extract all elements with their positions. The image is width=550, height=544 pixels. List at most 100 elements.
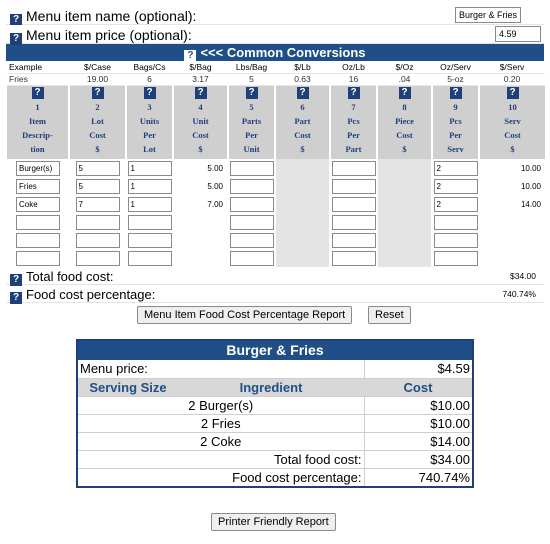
lot-cost-input[interactable] [75, 214, 120, 230]
item-description-cell [6, 213, 69, 231]
ingredient-row: 5.00 10.00 [6, 159, 545, 177]
column-label-line: Lot [143, 144, 156, 155]
column-label-line: tion [30, 144, 45, 155]
column-label-line: $ [402, 144, 407, 155]
pcs-per-part-input[interactable] [331, 232, 376, 248]
reset-button[interactable]: Reset [368, 306, 411, 324]
item-description-input[interactable] [16, 250, 60, 266]
report-item-line: 2 Fries [78, 413, 364, 432]
lot-cost-input[interactable] [75, 232, 120, 248]
item-description-input[interactable] [16, 214, 60, 230]
pcs-per-serv-input[interactable] [433, 232, 478, 248]
help-icon[interactable]: ? [143, 87, 156, 100]
units-per-lot-input[interactable] [127, 196, 172, 212]
conversion-value-cell: 19.00 [69, 73, 126, 86]
item-description-input[interactable] [16, 178, 60, 194]
total-food-cost-label: ? Total food cost: [10, 269, 113, 286]
pcs-per-serv-input[interactable] [433, 160, 478, 176]
conversion-value-cell: .04 [377, 73, 432, 86]
lot-cost-input[interactable] [75, 160, 120, 176]
parts-per-unit-cell [227, 195, 275, 213]
common-conversions-header: ? <<< Common Conversions [6, 44, 544, 62]
parts-per-unit-input[interactable] [229, 178, 274, 194]
unit-cost: 7.00 [172, 195, 228, 213]
column-label-line: Part [294, 116, 311, 127]
pcs-per-serv-input[interactable] [433, 178, 478, 194]
menu-item-price-label: ? Menu item price (optional): [10, 28, 192, 45]
item-description-input[interactable] [16, 160, 60, 176]
report-item-row: 2 Coke $14.00 [78, 431, 472, 450]
unit-cost: 5.00 [172, 159, 228, 177]
food-cost-report: Burger & Fries Menu price: $4.59 Serving… [76, 339, 474, 488]
report-menu-price-row: Menu price: $4.59 [78, 360, 472, 379]
help-icon[interactable]: ? [296, 87, 309, 100]
lot-cost-input[interactable] [75, 178, 120, 194]
part-cost [274, 159, 330, 177]
piece-cost [376, 177, 432, 195]
pcs-per-serv-input[interactable] [433, 196, 478, 212]
pcs-per-part-input[interactable] [331, 178, 376, 194]
serv-cost: 10.00 [478, 177, 545, 195]
food-cost-percentage-row: ? Food cost percentage: 740.74% [6, 285, 544, 304]
help-icon[interactable]: ? [245, 87, 258, 100]
parts-per-unit-input[interactable] [229, 196, 274, 212]
printer-friendly-report-button[interactable]: Printer Friendly Report [211, 513, 336, 531]
help-icon[interactable]: ? [10, 33, 22, 45]
pcs-per-part-input[interactable] [331, 196, 376, 212]
conversion-value-cell: 0.20 [479, 73, 545, 86]
report-item-cost: $10.00 [363, 395, 472, 414]
conversion-value-cell: 5-oz [432, 73, 479, 86]
parts-per-unit-input[interactable] [229, 232, 274, 248]
pcs-per-serv-input[interactable] [433, 214, 478, 230]
conversion-value-cell: 3.17 [173, 73, 228, 86]
units-per-lot-cell [125, 231, 173, 249]
column-label-line: Piece [395, 116, 414, 127]
food-cost-percentage-value: 740.74% [502, 289, 536, 299]
item-description-input[interactable] [16, 196, 60, 212]
column-label-line: Serv [447, 144, 464, 155]
column-header-5: ? 5 Parts Per Unit [227, 85, 275, 159]
pcs-per-part-input[interactable] [331, 160, 376, 176]
help-icon[interactable]: ? [31, 87, 44, 100]
parts-per-unit-input[interactable] [229, 160, 274, 176]
item-description-input[interactable] [16, 232, 60, 248]
conversion-value-cell: 6 [126, 73, 173, 86]
units-per-lot-input[interactable] [127, 178, 172, 194]
column-header-9: ? 9 Pcs Per Serv [431, 85, 479, 159]
units-per-lot-input[interactable] [127, 214, 172, 230]
pcs-per-part-input[interactable] [331, 250, 376, 266]
conversion-header-cell: Example [7, 61, 69, 74]
units-per-lot-input[interactable] [127, 250, 172, 266]
report-item-row: 2 Burger(s) $10.00 [78, 395, 472, 414]
report-button[interactable]: Menu Item Food Cost Percentage Report [137, 306, 353, 324]
pcs-per-serv-cell [431, 213, 479, 231]
lot-cost-input[interactable] [75, 250, 120, 266]
column-label-line: Parts [241, 116, 262, 127]
pcs-per-serv-cell [431, 231, 479, 249]
lot-cost-input[interactable] [75, 196, 120, 212]
help-icon[interactable]: ? [398, 87, 411, 100]
part-cost [274, 177, 330, 195]
report-pct-label: Food cost percentage: [78, 467, 364, 486]
help-icon[interactable]: ? [347, 87, 360, 100]
units-per-lot-cell [125, 195, 173, 213]
units-per-lot-cell [125, 159, 173, 177]
report-menu-price-value: $4.59 [363, 360, 472, 379]
help-icon[interactable]: ? [449, 87, 462, 100]
help-icon[interactable]: ? [91, 87, 104, 100]
help-icon[interactable]: ? [506, 87, 519, 100]
help-icon[interactable]: ? [194, 87, 207, 100]
parts-per-unit-input[interactable] [229, 250, 274, 266]
serv-cost: 14.00 [478, 195, 545, 213]
parts-per-unit-input[interactable] [229, 214, 274, 230]
pcs-per-part-input[interactable] [331, 214, 376, 230]
menu-item-price-input[interactable] [495, 26, 541, 42]
menu-item-name-input[interactable] [455, 7, 521, 23]
piece-cost [376, 231, 432, 249]
item-description-cell [6, 195, 69, 213]
units-per-lot-input[interactable] [127, 160, 172, 176]
column-number: 5 [249, 102, 254, 113]
units-per-lot-input[interactable] [127, 232, 172, 248]
help-icon[interactable]: ? [184, 50, 197, 62]
pcs-per-serv-input[interactable] [433, 250, 478, 266]
